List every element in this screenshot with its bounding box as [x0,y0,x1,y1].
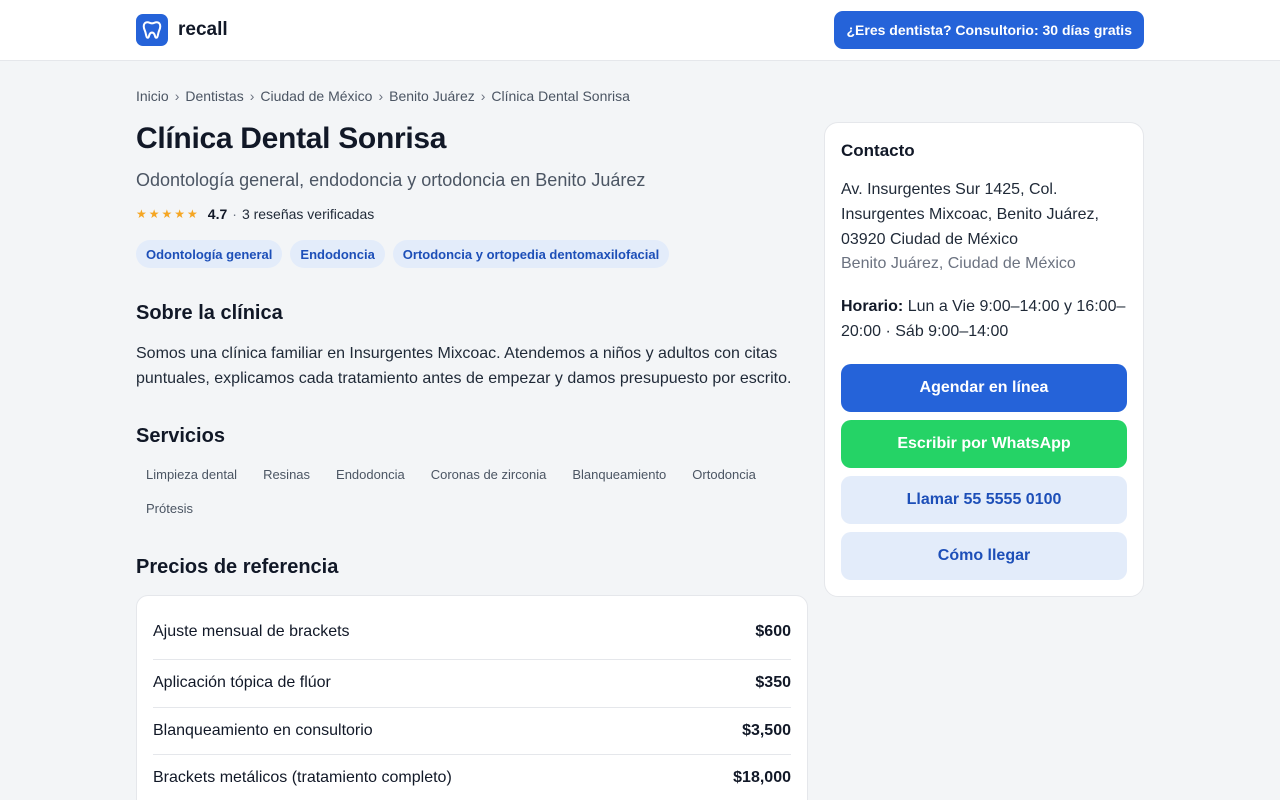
rating-summary: ★★★★★ 4.7 · 3 reseñas verificadas [136,204,808,224]
clinic-address: Av. Insurgentes Sur 1425, Col. Insurgent… [841,181,1099,248]
about-section-title: Sobre la clínica [136,302,283,324]
brand-name: recall [178,19,228,40]
breadcrumb-separator: › [480,87,486,104]
price-item-name: Brackets metálicos (tratamiento completo… [153,769,452,787]
directions-button[interactable]: Cómo llegar [841,532,1127,580]
clinic-subtitle: Odontología general, endodoncia y ortodo… [136,170,646,190]
service-item: Ortodoncia [692,466,756,482]
breadcrumb-item-inicio[interactable]: Inicio [136,88,169,104]
service-item: Limpieza dental [146,466,238,482]
price-item-value: $600 [755,622,791,640]
page-title: Clínica Dental Sonrisa [136,122,447,155]
price-item-name: Ajuste mensual de brackets [153,622,350,640]
contact-title: Contacto [841,141,915,160]
contact-card: Contacto Av. Insurgentes Sur 1425, Col. … [824,122,1144,597]
dentist-signup-button[interactable]: ¿Eres dentista? Consultorio: 30 días gra… [834,11,1144,49]
price-item-value: $3,500 [742,721,791,739]
whatsapp-button[interactable]: Escribir por WhatsApp [841,420,1127,468]
clinic-main-content: Inicio › Dentistas › Ciudad de México › … [136,61,808,800]
breadcrumb-item-city[interactable]: Ciudad de México [260,88,372,104]
service-item: Resinas [263,466,311,482]
price-row: Brackets metálicos (tratamiento completo… [153,755,791,800]
price-item-name: Blanqueamiento en consultorio [153,721,373,739]
price-row: Ajuste mensual de brackets $600 [153,596,791,660]
about-text: Somos una clínica familiar en Insurgente… [136,345,792,387]
breadcrumb-item-dentistas[interactable]: Dentistas [185,88,243,104]
breadcrumb-separator: › [249,87,255,104]
service-item: Prótesis [146,500,193,516]
specialty-tag[interactable]: Ortodoncia y ortopedia dentomaxilofacial [392,240,670,268]
service-item: Blanqueamiento [572,466,667,482]
service-item: Endodoncia [336,466,405,482]
services-list: Limpieza dental Resinas Endodoncia Coron… [136,460,808,522]
top-navbar: recall ¿Eres dentista? Consultorio: 30 d… [0,0,1280,61]
breadcrumb-item-current: Clínica Dental Sonrisa [491,87,630,104]
price-item-name: Aplicación tópica de flúor [153,674,331,692]
service-item: Coronas de zirconia [430,466,547,482]
price-item-value: $350 [755,674,791,692]
opening-hours: Horario: Lun a Vie 9:00–14:00 y 16:00–20… [841,294,1127,344]
specialty-tags: Odontología general Endodoncia Ortodonci… [136,240,808,268]
price-item-value: $18,000 [733,769,791,787]
price-row: Aplicación tópica de flúor $350 [153,660,791,708]
star-rating-icon: ★★★★★ [136,207,200,221]
specialty-tag[interactable]: Odontología general [136,240,283,268]
breadcrumb-separator: › [174,87,180,104]
breadcrumb-item-borough[interactable]: Benito Juárez [389,88,475,104]
book-online-button[interactable]: Agendar en línea [841,364,1127,412]
hours-label: Horario: [841,298,904,315]
brand[interactable]: recall [136,14,228,46]
breadcrumb-separator: › [378,87,384,104]
reviews-count[interactable]: 3 reseñas verificadas [242,206,374,222]
services-section-title: Servicios [136,425,225,447]
rating-separator: · [232,206,237,222]
tooth-icon [136,14,168,46]
breadcrumb: Inicio › Dentistas › Ciudad de México › … [136,87,808,104]
clinic-area: Benito Juárez, Ciudad de México [841,255,1076,272]
prices-section-title: Precios de referencia [136,556,339,578]
price-row: Blanqueamiento en consultorio $3,500 [153,708,791,755]
call-button[interactable]: Llamar 55 5555 0100 [841,476,1127,524]
specialty-tag[interactable]: Endodoncia [290,240,385,268]
price-table: Ajuste mensual de brackets $600 Aplicaci… [136,595,808,800]
rating-value: 4.7 [207,206,228,222]
